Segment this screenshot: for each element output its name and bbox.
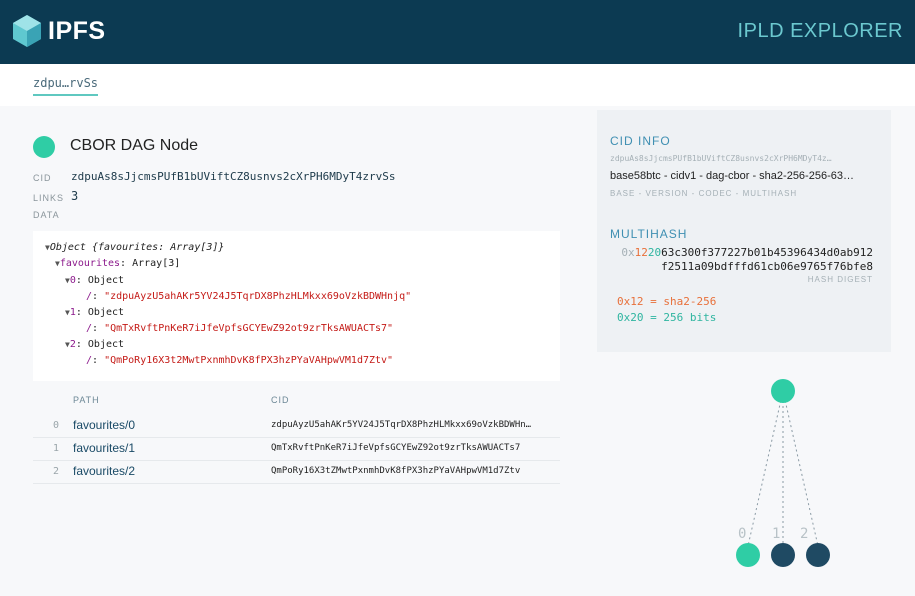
- app-title: IPLD EXPLORER: [737, 20, 903, 42]
- hash-code-explain: 0x12 = sha2-256: [617, 295, 717, 308]
- table-row[interactable]: 1 favourites/1 QmTxRvftPnKeR7iJfeVpfsGCY…: [33, 438, 560, 461]
- cid-info-cid: zdpuAs8sJjcmsPUfB1bUViftCZ8usnvs2cXrPH6M…: [610, 154, 832, 163]
- row-index: 2: [53, 466, 60, 477]
- tree-link-row: /: "QmPoRy16X3t2MwtPxnmhDvK8fPX3hzPYaVAH…: [86, 355, 394, 366]
- tree-key: /: [86, 355, 93, 366]
- links-label: LINKS: [33, 193, 65, 203]
- links-header-cid: CID: [271, 395, 290, 405]
- tree-key: 1: [69, 307, 76, 318]
- cid-label: CID: [33, 173, 52, 183]
- cid-value: zdpuAs8sJjcmsPUfB1bUViftCZ8usnvs2cXrPH6M…: [71, 170, 396, 183]
- links-count: 3: [71, 189, 79, 203]
- tree-string: "zdpuAyzU5ahAKr5YV24J5TqrDX8PhzHLMkxx69o…: [104, 291, 412, 302]
- tree-item-row[interactable]: ▼2: Object: [65, 339, 124, 350]
- graph-edge: [747, 390, 784, 547]
- graph-edge: [782, 390, 819, 547]
- tree-favourites-row[interactable]: ▼favourites: Array[3]: [55, 258, 180, 269]
- tree-type: Object: [87, 307, 125, 318]
- graph-root-node[interactable]: [771, 379, 795, 403]
- hash-digest-label: HASH DIGEST: [807, 275, 873, 284]
- row-path-link[interactable]: favourites/1: [73, 441, 135, 455]
- tree-string: "QmPoRy16X3t2MwtPxnmhDvK8fPX3hzPYaVAHpwV…: [104, 355, 394, 366]
- row-path-link[interactable]: favourites/0: [73, 418, 135, 432]
- node-title: CBOR DAG Node: [70, 137, 199, 154]
- hash-prefix: 0x: [621, 246, 635, 259]
- row-path-link[interactable]: favourites/2: [73, 464, 135, 478]
- table-row[interactable]: 2 favourites/2 QmPoRy16X3tZMwtPxnmhDvK8f…: [33, 461, 560, 484]
- cid-info-decoded: base58btc - cidv1 - dag-cbor - sha2-256-…: [610, 170, 854, 182]
- graph-label-0: 0: [738, 526, 746, 542]
- app-header: IPFS IPLD EXPLORER: [0, 0, 915, 64]
- tree-link-row: /: "QmTxRvftPnKeR7iJfeVpfsGCYEwZ92ot9zrT…: [86, 323, 394, 334]
- graph-link-node[interactable]: [806, 543, 830, 567]
- cid-info-panel: CID INFO zdpuAs8sJjcmsPUfB1bUViftCZ8usnv…: [597, 110, 891, 352]
- tree-key: /: [86, 323, 93, 334]
- table-row[interactable]: 0 favourites/0 zdpuAyzU5ahAKr5YV24J5TqrD…: [33, 415, 560, 438]
- hash-len: 20: [647, 246, 662, 259]
- tree-type: Object: [87, 275, 125, 286]
- graph-link-node[interactable]: [736, 543, 760, 567]
- hash-len-explain: 0x20 = 256 bits: [617, 311, 717, 324]
- graph-label-1: 1: [772, 526, 780, 542]
- node-type-icon: [33, 136, 55, 158]
- tree-root-row[interactable]: ▼Object {favourites: Array[3]}: [45, 242, 224, 253]
- cid-info-legend: BASE - VERSION - CODEC - MULTIHASH: [610, 189, 798, 198]
- hash-code: 12: [634, 246, 648, 259]
- tree-key: favourites: [59, 258, 121, 269]
- tree-item-row[interactable]: ▼0: Object: [65, 275, 124, 286]
- hash-line-1: 0x122063c300f377227b01b45396434d0ab912: [621, 246, 873, 259]
- graph-label-2: 2: [800, 526, 808, 542]
- graph-link-node[interactable]: [771, 543, 795, 567]
- hash-digest-part: 63c300f377227b01b45396434d0ab912: [661, 246, 873, 259]
- tree-root-summary: Object {favourites: Array[3]}: [49, 242, 225, 253]
- tree-key: 0: [69, 275, 76, 286]
- ipfs-cube-icon: [13, 15, 41, 47]
- row-cid: zdpuAyzU5ahAKr5YV24J5TqrDX8PhzHLMkxx69oV…: [271, 420, 532, 430]
- tree-string: "QmTxRvftPnKeR7iJfeVpfsGCYEwZ92ot9zrTksA…: [104, 323, 394, 334]
- dag-graph: 0 1 2: [736, 379, 830, 567]
- hash-line-2: f2511a09bdfffd61cb06e9765f76bfe8: [661, 260, 873, 273]
- row-index: 0: [53, 420, 60, 431]
- breadcrumb-item[interactable]: zdpu…rvSs: [33, 76, 99, 96]
- links-header-path: PATH: [73, 395, 100, 405]
- row-index: 1: [53, 443, 60, 454]
- data-label: DATA: [33, 210, 60, 220]
- row-cid: QmTxRvftPnKeR7iJfeVpfsGCYEwZ92ot9zrTksAW…: [271, 443, 521, 453]
- multihash-title: MULTIHASH: [610, 227, 688, 241]
- ipfs-logo[interactable]: IPFS: [12, 14, 106, 48]
- breadcrumb-bar: zdpu…rvSs: [0, 64, 915, 106]
- tree-key: /: [86, 291, 93, 302]
- cid-info-title: CID INFO: [610, 134, 671, 148]
- tree-item-row[interactable]: ▼1: Object: [65, 307, 124, 318]
- data-tree: ▼Object {favourites: Array[3]} ▼favourit…: [33, 231, 560, 381]
- row-cid: QmPoRy16X3tZMwtPxnmhDvK8fPX3hzPYaVAHpwVM…: [271, 466, 521, 476]
- tree-key: 2: [69, 339, 76, 350]
- tree-link-row: /: "zdpuAyzU5ahAKr5YV24J5TqrDX8PhzHLMkxx…: [86, 291, 412, 302]
- tree-type: Object: [87, 339, 125, 350]
- logo-text: IPFS: [48, 16, 106, 45]
- tree-type: Array[3]: [132, 258, 181, 269]
